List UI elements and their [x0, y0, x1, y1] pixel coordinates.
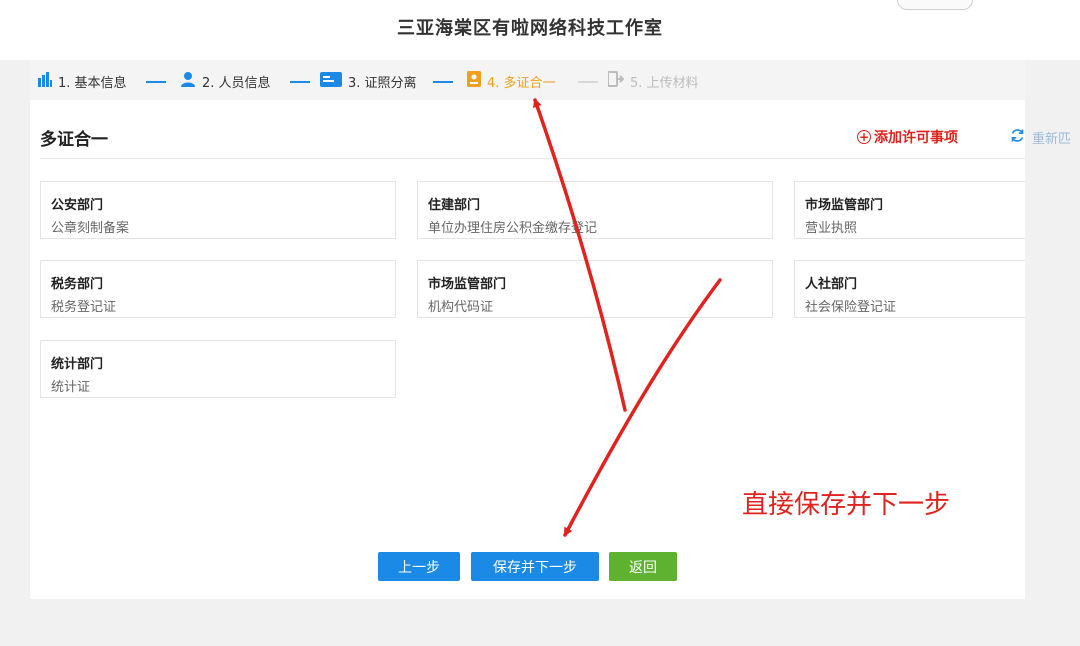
- permit-item: 公章刻制备案: [51, 221, 130, 236]
- rematch-label[interactable]: 重新匹: [1032, 128, 1071, 147]
- department-name: 税务部门: [51, 277, 104, 292]
- refresh-icon: [1010, 128, 1025, 147]
- license-card: 人社部门 社会保险登记证: [794, 260, 1025, 318]
- add-permit-item-link[interactable]: + 添加许可事项: [857, 127, 958, 147]
- department-name: 公安部门: [51, 198, 104, 213]
- step-basic-info[interactable]: 1. 基本信息: [38, 71, 127, 91]
- step-license-separation[interactable]: 3. 证照分离: [320, 71, 417, 91]
- rematch-link[interactable]: [1010, 128, 1025, 147]
- license-card: 市场监管部门 营业执照: [794, 181, 1025, 239]
- main-panel: 多证合一 + 添加许可事项 公安部门 公章刻制备案 住建部门 单位办理住房公积金…: [30, 100, 1025, 599]
- license-card: 公安部门 公章刻制备案: [40, 181, 396, 239]
- plus-circle-icon: +: [857, 130, 871, 144]
- annotation-text: 直接保存并下一步: [742, 490, 951, 520]
- add-permit-item-label: 添加许可事项: [874, 130, 958, 146]
- bar-chart-icon: [38, 71, 52, 91]
- step-connector: [146, 81, 166, 83]
- step-progress-bar: 1. 基本信息 2. 人员信息 3. 证照分离 4. 多证合一 5. 上传材料: [30, 60, 1025, 100]
- department-name: 统计部门: [51, 357, 104, 372]
- license-card: 税务部门 税务登记证: [40, 260, 396, 318]
- permit-item: 税务登记证: [51, 300, 117, 315]
- permit-item: 机构代码证: [428, 300, 494, 315]
- step-multi-license[interactable]: 4. 多证合一: [467, 71, 556, 91]
- permit-item: 单位办理住房公积金缴存登记: [428, 221, 598, 236]
- step-label: 1. 基本信息: [58, 75, 127, 91]
- step-label: 4. 多证合一: [487, 75, 556, 91]
- department-name: 人社部门: [805, 277, 858, 292]
- step-connector: [290, 81, 310, 83]
- license-card: 统计部门 统计证: [40, 340, 396, 398]
- save-and-next-button[interactable]: 保存并下一步: [471, 552, 599, 581]
- step-label: 2. 人员信息: [202, 75, 271, 91]
- permit-item: 社会保险登记证: [805, 300, 897, 315]
- card-icon: [320, 71, 342, 91]
- step-personnel-info[interactable]: 2. 人员信息: [180, 71, 271, 91]
- upload-icon: [607, 71, 625, 91]
- permit-item: 统计证: [51, 380, 91, 395]
- step-upload-materials[interactable]: 5. 上传材料: [607, 71, 699, 91]
- step-connector: [433, 81, 453, 83]
- organization-title: 三亚海棠区有啦网络科技工作室: [397, 18, 663, 39]
- section-title: 多证合一: [40, 130, 108, 150]
- department-name: 市场监管部门: [428, 277, 507, 292]
- section-divider: [40, 158, 1025, 159]
- back-button[interactable]: 返回: [609, 552, 677, 581]
- license-card: 市场监管部门 机构代码证: [417, 260, 773, 318]
- step-connector: [578, 81, 598, 83]
- permit-item: 营业执照: [805, 221, 858, 236]
- license-card: 住建部门 单位办理住房公积金缴存登记: [417, 181, 773, 239]
- department-name: 住建部门: [428, 198, 481, 213]
- person-icon: [180, 71, 196, 91]
- step-label: 3. 证照分离: [348, 75, 417, 91]
- department-name: 市场监管部门: [805, 198, 884, 213]
- top-edge-element: [897, 0, 973, 10]
- step-label: 5. 上传材料: [630, 75, 699, 91]
- document-icon: [467, 71, 481, 91]
- previous-step-button[interactable]: 上一步: [378, 552, 460, 581]
